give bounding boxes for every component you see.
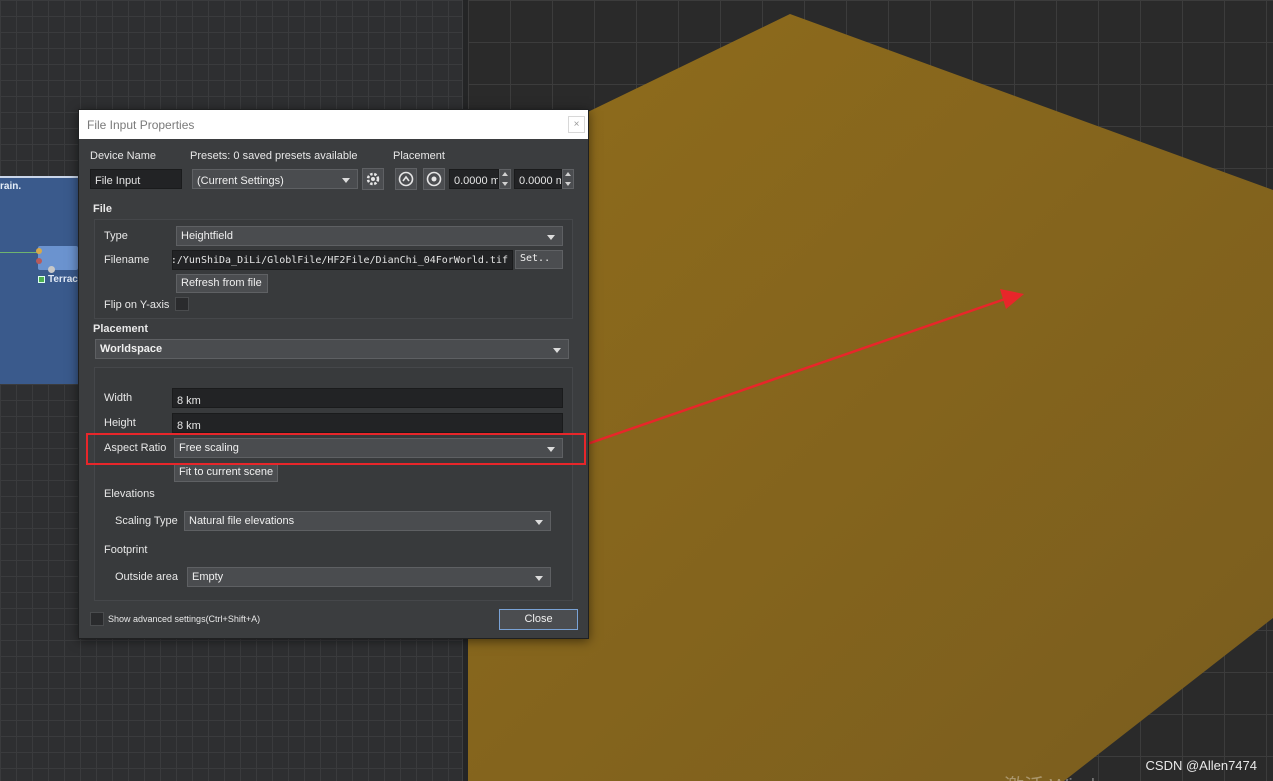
rotate-icon <box>398 171 414 187</box>
width-label: Width <box>104 392 133 404</box>
placement-mode-value: Worldspace <box>100 343 163 355</box>
placement-mode-dropdown[interactable]: Worldspace <box>95 339 569 359</box>
gear-icon <box>366 172 380 186</box>
refresh-from-file-button[interactable]: Refresh from file <box>176 274 268 293</box>
dialog-title: File Input Properties <box>87 118 195 132</box>
device-name-field[interactable]: File Input <box>90 169 182 189</box>
scaling-type-value: Natural file elevations <box>189 515 295 527</box>
chevron-down-icon <box>342 178 350 183</box>
placement-section-title: Placement <box>93 323 149 335</box>
height-label: Height <box>104 417 136 429</box>
close-icon[interactable]: × <box>568 116 585 133</box>
presets-label: Presets: 0 saved presets available <box>190 150 358 162</box>
scaling-type-label: Scaling Type <box>115 515 178 527</box>
presets-value: (Current Settings) <box>197 175 284 187</box>
dialog-titlebar[interactable]: File Input Properties × <box>79 110 588 139</box>
close-button[interactable]: Close <box>499 609 578 630</box>
width-field[interactable]: 8 km <box>172 388 563 408</box>
annotation-highlight-box <box>86 433 586 465</box>
device-name-label: Device Name <box>90 150 157 162</box>
filename-label: Filename <box>104 254 150 266</box>
outside-area-label: Outside area <box>115 571 178 583</box>
elevations-label: Elevations <box>104 488 155 500</box>
type-value: Heightfield <box>181 230 233 242</box>
type-label: Type <box>104 230 128 242</box>
placement-x-field[interactable]: 0.0000 m <box>449 169 499 189</box>
placement-y-spinner[interactable] <box>562 169 574 189</box>
fit-to-current-scene-button[interactable]: Fit to current scene <box>174 463 278 482</box>
placement-rotate-button[interactable] <box>395 168 417 190</box>
filename-field[interactable]: e:/YunShiDa_DiLi/GloblFile/HF2File/DianC… <box>172 250 513 270</box>
flip-y-label: Flip on Y-axis <box>104 299 170 311</box>
show-advanced-label: Show advanced settings(Ctrl+Shift+A) <box>108 614 261 624</box>
presets-dropdown[interactable]: (Current Settings) <box>192 169 358 189</box>
presets-gear-button[interactable] <box>362 168 384 190</box>
flip-y-checkbox[interactable] <box>175 297 189 311</box>
outside-area-value: Empty <box>192 571 224 583</box>
target-icon <box>426 171 442 187</box>
footprint-label: Footprint <box>104 544 148 556</box>
outside-area-dropdown[interactable]: Empty <box>187 567 551 587</box>
show-advanced-checkbox[interactable] <box>90 612 104 626</box>
chevron-down-icon <box>535 520 543 525</box>
file-section-title: File <box>93 203 112 215</box>
scaling-type-dropdown[interactable]: Natural file elevations <box>184 511 551 531</box>
type-dropdown[interactable]: Heightfield <box>176 226 563 246</box>
chevron-down-icon <box>547 235 555 240</box>
filename-value: e:/YunShiDa_DiLi/GloblFile/HF2File/DianC… <box>172 255 508 266</box>
placement-y-field[interactable]: 0.0000 m <box>514 169 562 189</box>
file-input-properties-dialog: File Input Properties × Device Name File… <box>78 109 589 639</box>
set-file-button[interactable]: Set.. <box>515 250 563 269</box>
height-field[interactable]: 8 km <box>172 413 563 433</box>
placement-x-spinner[interactable] <box>499 169 511 189</box>
chevron-down-icon <box>535 576 543 581</box>
chevron-down-icon <box>553 348 561 353</box>
placement-center-button[interactable] <box>423 168 445 190</box>
placement-header-label: Placement <box>393 150 445 162</box>
